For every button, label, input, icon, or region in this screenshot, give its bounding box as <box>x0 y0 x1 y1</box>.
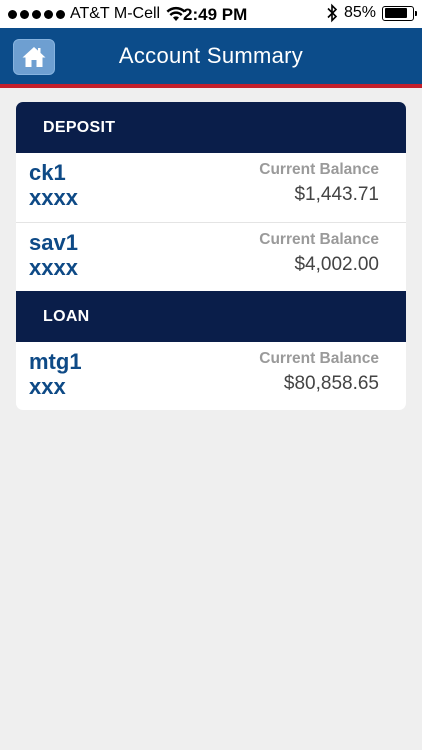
section-header-loan: LOAN <box>16 291 406 342</box>
account-name: mtg1 <box>29 349 82 374</box>
battery-percentage: 85% <box>343 4 376 21</box>
account-number: xxx <box>29 374 66 399</box>
nav-accent-line <box>0 84 422 88</box>
section-header-deposit: DEPOSIT <box>16 102 406 153</box>
navigation-bar: Account Summary <box>0 28 422 84</box>
signal-strength-icon <box>8 9 65 19</box>
battery-icon <box>382 5 417 21</box>
clock: 2:49 PM <box>183 5 248 24</box>
home-button[interactable] <box>13 39 55 75</box>
account-row-ck1[interactable]: ck1 xxxx Current Balance $1,443.71 <box>16 153 406 223</box>
home-icon <box>22 47 46 67</box>
account-number: xxxx <box>29 255 78 280</box>
page-title: Account Summary <box>118 43 304 68</box>
bluetooth-icon <box>327 3 338 23</box>
balance-label: Current Balance <box>259 231 379 248</box>
account-number: xxxx <box>29 185 78 210</box>
account-row-mtg1[interactable]: mtg1 xxx Current Balance $80,858.65 <box>16 342 406 410</box>
balance-label: Current Balance <box>259 161 379 178</box>
account-row-sav1[interactable]: sav1 xxxx Current Balance $4,002.00 <box>16 223 406 291</box>
balance-label: Current Balance <box>259 350 379 367</box>
account-name: sav1 <box>29 230 78 255</box>
balance-value: $80,858.65 <box>283 373 379 394</box>
balance-value: $4,002.00 <box>294 254 379 275</box>
status-bar: AT&T M-Cell 2:49 PM 85% <box>0 0 422 28</box>
carrier-name: AT&T M-Cell <box>70 5 161 22</box>
balance-value: $1,443.71 <box>294 184 379 205</box>
account-name: ck1 <box>29 160 66 185</box>
battery-level <box>384 8 408 18</box>
accounts-card: DEPOSIT ck1 xxxx Current Balance $1,443.… <box>16 102 406 410</box>
